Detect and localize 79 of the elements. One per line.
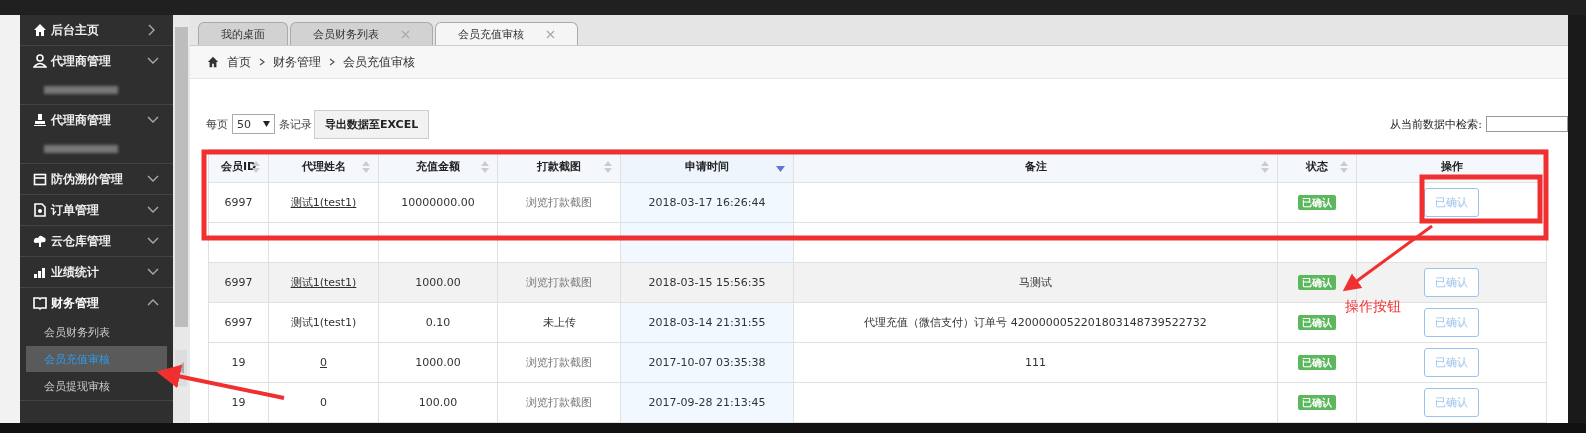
home-icon (33, 23, 47, 37)
table-cell: 2018-03-15 15:56:35 (648, 276, 766, 289)
table-cell: 0.10 (425, 316, 451, 329)
table-cell: 1000.00 (415, 276, 461, 289)
status-badge: 已确认 (1298, 274, 1336, 290)
chevron-icon (259, 58, 265, 66)
document-icon (33, 203, 47, 217)
breadcrumb-link[interactable]: 首页 (227, 53, 251, 71)
table-cell: 2018-03-17 16:26:44 (648, 196, 766, 209)
dropdown-icon (263, 121, 270, 127)
tab[interactable]: 会员财务列表 (290, 22, 433, 45)
sidebar-item[interactable]: 防伪溯价管理 (20, 164, 173, 194)
agent-name-link[interactable]: 测试1(test1) (290, 196, 357, 209)
close-icon (546, 29, 555, 39)
agent-name-link[interactable]: 0 (320, 356, 327, 369)
tab[interactable]: 我的桌面 (198, 22, 288, 45)
per-page-label: 每页 (206, 116, 228, 132)
table-cell: 代理充值（微信支付）订单号 4200000052201803148739522732 (864, 316, 1207, 329)
bar-chart-icon (33, 265, 47, 279)
sidebar-item[interactable]: 业绩统计 (20, 257, 173, 287)
sort-icon (481, 161, 489, 173)
tab[interactable]: 会员充值审核 (435, 22, 578, 45)
table-cell: 19 (231, 356, 246, 369)
close-icon (401, 29, 410, 39)
table-cell: 0 (320, 396, 327, 409)
table-cell: 6997 (224, 316, 253, 329)
sort-icon (362, 161, 370, 173)
search-label: 从当前数据中检索: (1390, 116, 1482, 132)
sort-icon (1340, 161, 1348, 173)
table-row[interactable]: 19 0 100.00 浏览打款截图 2017-09-28 21:13:45 已确认 已确认 (208, 382, 1547, 423)
table-cell: 2017-10-07 03:35:38 (648, 356, 766, 369)
sidebar-item[interactable]: 后台主页 (20, 15, 173, 45)
user-icon (33, 54, 47, 68)
breadcrumb-link[interactable]: 财务管理 (273, 53, 321, 71)
sidebar-item[interactable]: 财务管理 (20, 288, 173, 318)
table-cell: 10000000.00 (401, 196, 475, 209)
search-field[interactable] (1486, 116, 1568, 132)
sidebar-item[interactable]: 代理商管理 (20, 105, 173, 135)
table-cell: 6997 (224, 196, 253, 209)
view-screenshot-link[interactable]: 浏览打款截图 (526, 356, 592, 369)
home-icon (207, 56, 219, 68)
table-cell: 测试1(test1) (290, 316, 357, 329)
table-cell: 2017-09-28 21:13:45 (648, 396, 766, 409)
status-badge: 已确认 (1298, 194, 1336, 210)
view-screenshot-link[interactable]: 浏览打款截图 (526, 276, 592, 289)
table-cell: 19 (231, 396, 246, 409)
export-button[interactable]: 导出数据至EXCEL (314, 109, 430, 139)
table-row[interactable] (208, 222, 1547, 263)
page-size-select[interactable]: 50 (232, 114, 275, 134)
status-badge: 已确认 (1298, 354, 1336, 370)
cloud-upload-icon (33, 234, 47, 248)
table-row[interactable]: 19 0 1000.00 浏览打款截图 2017-10-07 03:35:38 111 已确认 已确认 (208, 342, 1547, 383)
table-cell: 2018-03-14 21:31:55 (648, 316, 766, 329)
status-badge: 已确认 (1298, 394, 1336, 410)
table-cell: 111 (1025, 356, 1046, 369)
sidebar-item[interactable]: 订单管理 (20, 195, 173, 225)
table-cell: 马测试 (1019, 276, 1052, 289)
table-cell: 未上传 (542, 316, 576, 329)
sidebar-item[interactable]: 云仓库管理 (20, 226, 173, 256)
sidebar-subitem[interactable]: 会员财务列表 (20, 318, 173, 346)
sidebar-item[interactable]: 代理商管理 (20, 46, 173, 76)
records-label: 条记录 (279, 116, 312, 132)
calendar-icon (33, 172, 47, 186)
view-screenshot-link[interactable]: 浏览打款截图 (526, 396, 592, 409)
view-screenshot-link[interactable]: 浏览打款截图 (526, 196, 592, 209)
sidebar-subitem[interactable]: 会员提现审核 (20, 372, 173, 400)
book-icon (33, 296, 47, 310)
sort-descending-icon (776, 166, 785, 172)
agent-name-link[interactable]: 测试1(test1) (290, 276, 357, 289)
table-cell: 6997 (224, 276, 253, 289)
sort-icon (1261, 161, 1269, 173)
scrollbar-thumb[interactable] (175, 27, 188, 327)
table-cell: 1000.00 (415, 356, 461, 369)
stamp-icon (33, 113, 47, 127)
table-cell: 100.00 (418, 396, 458, 409)
status-badge: 已确认 (1298, 314, 1336, 330)
table-row[interactable]: 6997 测试1(test1) 10000000.00 浏览打款截图 2018-03-17 16:26:44 已确认 已确认 (208, 182, 1547, 223)
chevron-icon (329, 58, 335, 66)
sort-icon (604, 161, 612, 173)
